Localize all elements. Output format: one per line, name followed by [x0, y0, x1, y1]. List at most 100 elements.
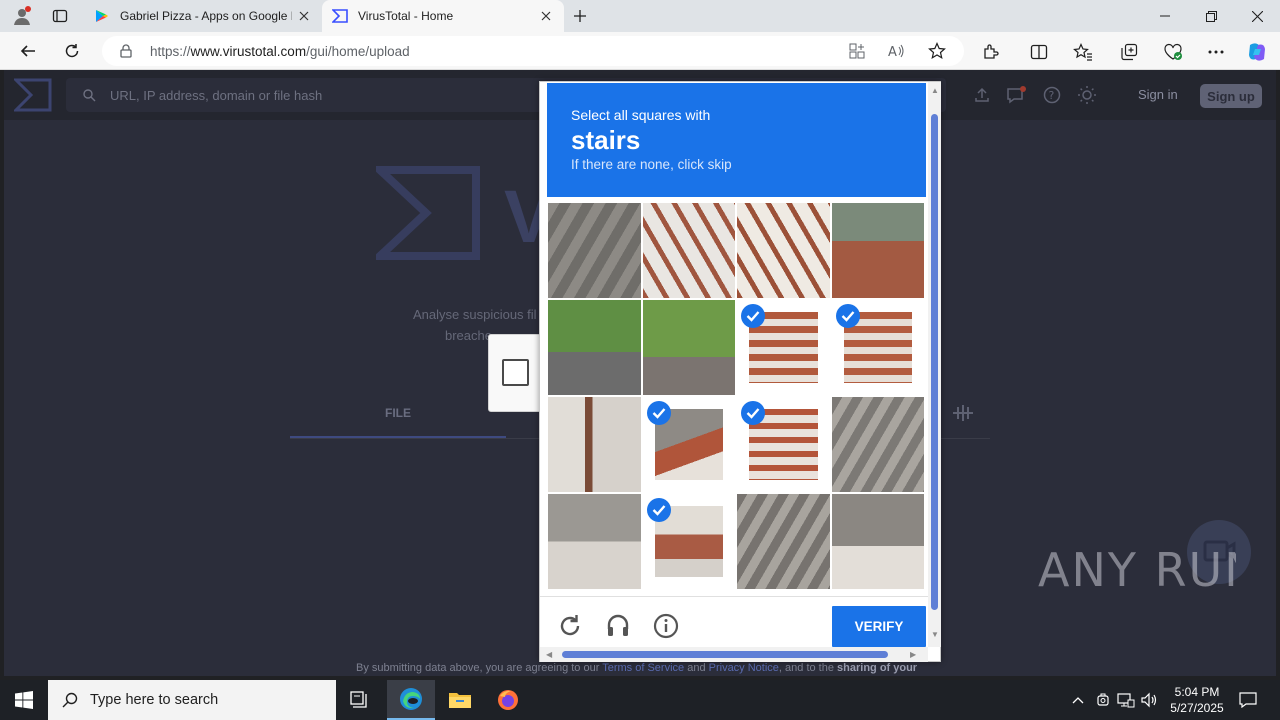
- lock-icon[interactable]: [118, 43, 134, 59]
- reload-icon[interactable]: [556, 612, 584, 640]
- address-toolbar: https://www.virustotal.com/gui/home/uplo…: [0, 32, 1280, 70]
- terms-link[interactable]: Terms of Service: [602, 662, 684, 674]
- collections-icon[interactable]: [1118, 41, 1140, 63]
- more-options-icon[interactable]: [1205, 41, 1227, 63]
- tab-title: VirusTotal - Home: [358, 9, 454, 23]
- captcha-instruction: Select all squares with: [571, 107, 711, 123]
- close-tab-icon[interactable]: [292, 4, 316, 28]
- captcha-tile[interactable]: [736, 299, 831, 396]
- tab-virustotal[interactable]: VirusTotal - Home: [322, 0, 564, 32]
- checkmark-icon: [741, 304, 765, 328]
- close-window-icon[interactable]: [1234, 0, 1280, 32]
- minimize-icon[interactable]: [1142, 0, 1188, 32]
- captcha-tile[interactable]: [830, 396, 925, 493]
- horizontal-scrollbar[interactable]: ◀ ▶: [540, 647, 928, 662]
- captcha-tile[interactable]: [736, 396, 831, 493]
- scroll-left-icon[interactable]: ◀: [546, 650, 552, 659]
- network-icon[interactable]: [1116, 690, 1136, 710]
- captcha-skip-hint: If there are none, click skip: [571, 157, 732, 172]
- verify-button[interactable]: VERIFY: [832, 606, 926, 647]
- new-tab-icon[interactable]: [568, 4, 592, 28]
- svg-text:?: ?: [1049, 89, 1055, 102]
- restore-icon[interactable]: [1188, 0, 1234, 32]
- url-bar[interactable]: https://www.virustotal.com/gui/home/uplo…: [102, 36, 964, 66]
- windows-start-icon[interactable]: [0, 680, 48, 720]
- captcha-tile[interactable]: [830, 299, 925, 396]
- taskbar-clock[interactable]: 5:04 PM 5/27/2025: [1164, 684, 1230, 716]
- privacy-link[interactable]: Privacy Notice: [709, 662, 779, 674]
- taskbar-search-input[interactable]: Type here to search: [48, 680, 336, 720]
- captcha-tile[interactable]: [830, 493, 925, 590]
- captcha-tile[interactable]: [547, 299, 642, 396]
- captcha-tile[interactable]: [547, 202, 642, 299]
- tab-actions-icon[interactable]: [48, 4, 72, 28]
- tab-google-play[interactable]: Gabriel Pizza - Apps on Google P: [84, 0, 322, 32]
- scroll-down-icon[interactable]: ▼: [931, 630, 939, 639]
- notification-center-icon[interactable]: [1238, 690, 1258, 710]
- captcha-tile[interactable]: [641, 202, 736, 299]
- scroll-up-icon[interactable]: ▲: [931, 86, 939, 95]
- favorite-star-icon[interactable]: [928, 42, 946, 60]
- notifications-icon[interactable]: [1006, 85, 1026, 105]
- captcha-tile-image: [642, 203, 735, 298]
- url-text[interactable]: https://www.virustotal.com/gui/home/uplo…: [150, 44, 964, 59]
- volume-icon[interactable]: [1140, 690, 1160, 710]
- captcha-tile[interactable]: [736, 202, 831, 299]
- captcha-image-grid: [547, 202, 925, 590]
- info-icon[interactable]: [652, 612, 680, 640]
- extensions-icon[interactable]: [980, 41, 1002, 63]
- search-tab-icon[interactable]: [952, 404, 974, 422]
- recaptcha-checkbox[interactable]: [502, 359, 529, 386]
- captcha-tile-image: [642, 300, 735, 395]
- file-explorer-icon[interactable]: [436, 680, 484, 720]
- virustotal-icon: [332, 8, 348, 24]
- scroll-thumb[interactable]: [931, 114, 938, 610]
- app-available-icon[interactable]: [848, 42, 866, 60]
- captcha-tile[interactable]: [547, 396, 642, 493]
- scroll-right-icon[interactable]: ▶: [910, 650, 916, 659]
- read-aloud-icon[interactable]: A: [888, 42, 906, 60]
- captcha-tile[interactable]: [641, 299, 736, 396]
- close-tab-icon[interactable]: [534, 4, 558, 28]
- sign-in-link[interactable]: Sign in: [1138, 87, 1178, 102]
- bluetooth-device-icon[interactable]: [1093, 690, 1113, 710]
- vt-footer-text: By submitting data above, you are agreei…: [356, 662, 918, 674]
- checkmark-icon: [646, 498, 671, 522]
- captcha-tile-image: [737, 494, 830, 589]
- sign-up-button[interactable]: Sign up: [1200, 84, 1262, 108]
- firefox-icon[interactable]: [484, 680, 532, 720]
- taskbar-search-placeholder: Type here to search: [90, 692, 219, 708]
- help-icon[interactable]: ?: [1042, 85, 1062, 105]
- anyrun-watermark: ANY RUN: [1038, 543, 1236, 597]
- task-view-icon[interactable]: [336, 680, 384, 720]
- captcha-tile[interactable]: [641, 396, 736, 493]
- audio-challenge-icon[interactable]: [604, 612, 632, 640]
- tab-title: Gabriel Pizza - Apps on Google P: [120, 9, 292, 23]
- captcha-challenge: Select all squares with stairs If there …: [539, 81, 941, 662]
- vertical-scrollbar[interactable]: ▲ ▼: [928, 82, 941, 647]
- favorites-icon[interactable]: [1072, 41, 1094, 63]
- browser-essentials-icon[interactable]: [1162, 41, 1184, 63]
- vt-tagline: Analyse suspicious fil: [413, 307, 537, 322]
- theme-toggle-icon[interactable]: [1077, 85, 1097, 105]
- file-tab-underline: [290, 436, 506, 438]
- virustotal-logo-icon[interactable]: [14, 78, 52, 112]
- upload-icon[interactable]: [972, 85, 992, 105]
- scroll-thumb[interactable]: [562, 651, 888, 658]
- captcha-tile[interactable]: [547, 493, 642, 590]
- recaptcha-widget: [488, 334, 542, 412]
- virustotal-big-logo-icon: [376, 166, 480, 260]
- copilot-icon[interactable]: [1246, 41, 1268, 63]
- profile-icon[interactable]: [10, 4, 34, 28]
- captcha-tile[interactable]: [830, 202, 925, 299]
- captcha-tile[interactable]: [736, 493, 831, 590]
- edge-taskbar-icon[interactable]: [387, 680, 435, 720]
- show-hidden-icons-icon[interactable]: [1068, 690, 1088, 710]
- split-screen-icon[interactable]: [1028, 41, 1050, 63]
- refresh-icon[interactable]: [58, 37, 86, 65]
- tab-file[interactable]: FILE: [385, 406, 411, 420]
- captcha-tile-image: [737, 203, 830, 298]
- back-icon[interactable]: [14, 37, 42, 65]
- captcha-header: Select all squares with stairs If there …: [547, 83, 926, 197]
- captcha-tile[interactable]: [641, 493, 736, 590]
